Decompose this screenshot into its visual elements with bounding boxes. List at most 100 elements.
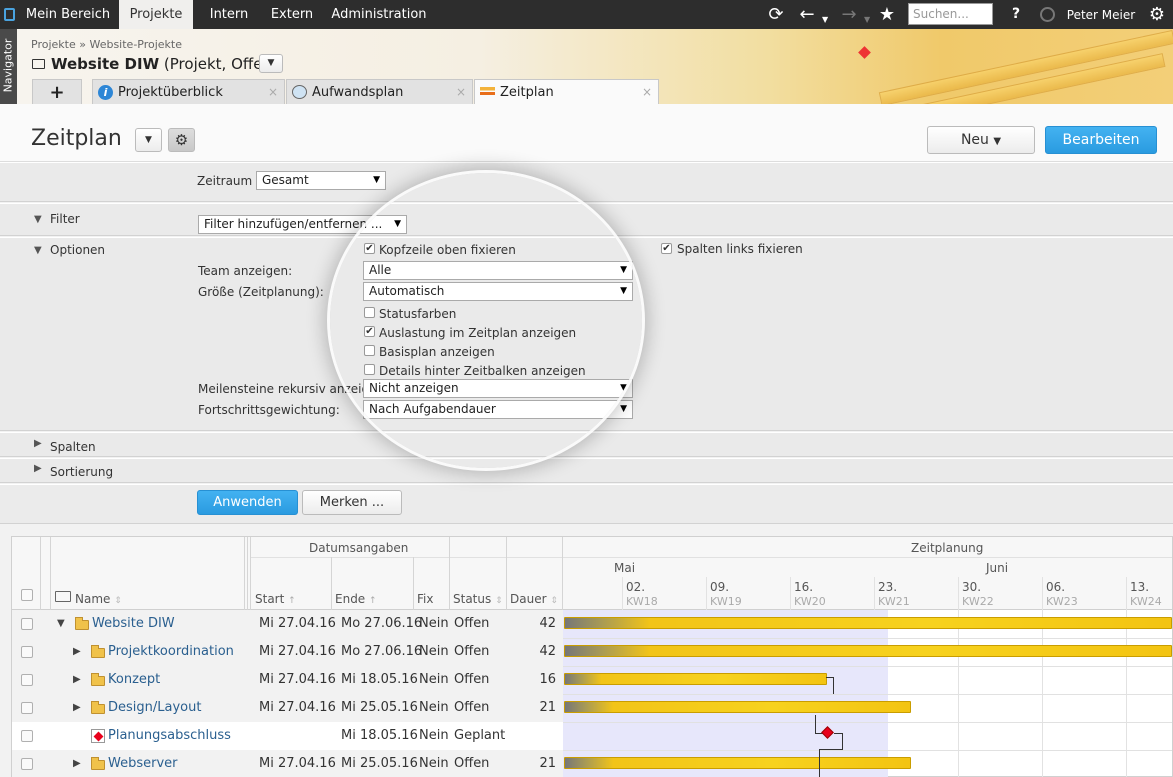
column-header-ende[interactable]: Ende ↑ [335,592,377,606]
row-name[interactable]: Projektkoordination [108,638,234,666]
expand-toggle-icon[interactable]: ▶ [73,674,81,685]
spalten-section[interactable]: ▶ Spalten [0,432,1173,457]
nav-tab-mein-bereich[interactable]: Mein Bereich [22,0,114,29]
expand-toggle-icon[interactable]: ▶ [73,646,81,657]
details-checkbox[interactable] [364,364,375,375]
page-settings-button[interactable]: ⚙ [168,128,195,152]
star-icon[interactable]: ★ [876,0,898,29]
column-header-name[interactable]: Name ⇕ [75,592,122,606]
column-header-fix[interactable]: Fix [417,592,433,606]
groesse-select[interactable]: Automatisch ▼ [363,282,633,301]
spalten-section-label[interactable]: Spalten [50,440,96,454]
gear-icon[interactable]: ⚙ [1145,0,1169,29]
row-duration: 16 [539,672,556,687]
row-name[interactable]: Planungsabschluss [108,722,231,750]
fortschritt-select[interactable]: Nach Aufgabendauer ▼ [363,400,633,419]
row-name[interactable]: Konzept [108,666,160,694]
collapse-triangle-icon[interactable]: ▼ [34,245,42,256]
remember-button[interactable]: Merken ... [302,490,402,515]
row-name[interactable]: Design/Layout [108,694,201,722]
row-checkbox[interactable] [21,674,33,686]
app-logo-icon[interactable] [4,8,15,21]
row-fix: Nein [419,700,449,715]
edit-button[interactable]: Bearbeiten [1045,126,1157,154]
back-history-chevron-icon[interactable]: ▼ [822,15,828,24]
refresh-icon[interactable]: ⟳ [763,0,789,29]
folder-icon [91,673,105,686]
nav-tab-extern[interactable]: Extern [264,0,320,29]
row-checkbox[interactable] [21,702,33,714]
column-header-dauer[interactable]: Dauer ⇕ [510,592,558,606]
filter-section: ▼ Filter Filter hinzufügen/entfernen ...… [0,203,1173,236]
apply-button[interactable]: Anwenden [197,490,298,515]
gantt-bar[interactable] [564,645,1172,657]
tab-projektueberblick[interactable]: i Projektüberblick × [92,79,285,104]
row-status: Geplant [454,728,506,743]
select-all-checkbox[interactable] [21,589,33,601]
kopfzeile-checkbox[interactable]: ✔ [364,243,375,254]
row-checkbox[interactable] [21,758,33,770]
close-tab-icon[interactable]: × [456,80,466,105]
breadcrumb-link-projekte[interactable]: Projekte [31,38,76,51]
column-header-ende-label: Ende [335,592,366,606]
forward-history-chevron-icon[interactable]: ▼ [864,15,870,24]
user-menu[interactable]: Peter Meier [1064,0,1138,29]
sortierung-section[interactable]: ▶ Sortierung [0,458,1173,483]
statusfarben-checkbox[interactable] [364,307,375,318]
column-header-status[interactable]: Status ⇕ [453,592,503,606]
gantt-bar[interactable] [564,701,911,713]
row-checkbox[interactable] [21,730,33,742]
meilensteine-select[interactable]: Nicht anzeigen ▼ [363,379,633,398]
auslastung-label: Auslastung im Zeitplan anzeigen [379,326,577,340]
gantt-bar[interactable] [564,673,827,685]
expand-triangle-icon[interactable]: ▶ [34,438,42,449]
filter-select[interactable]: Filter hinzufügen/entfernen ... ▼ [198,215,407,234]
navigator-toggle[interactable]: Navigator [0,29,17,104]
sort-icon: ⇕ [114,596,122,606]
zeitraum-select[interactable]: Gesamt ▼ [256,171,386,190]
dropdown-arrow-icon: ▼ [620,404,627,414]
nav-tab-intern[interactable]: Intern [199,0,259,29]
expand-toggle-icon[interactable]: ▶ [73,702,81,713]
forward-icon[interactable]: → [837,0,861,29]
gantt-bar[interactable] [564,617,1172,629]
collapse-triangle-icon[interactable]: ▼ [34,214,42,225]
gantt-bar[interactable] [564,757,911,769]
row-name[interactable]: Website DIW [92,610,175,638]
row-checkbox[interactable] [21,646,33,658]
spalten-links-checkbox[interactable]: ✔ [661,243,672,254]
expand-toggle-icon[interactable]: ▼ [57,618,65,629]
row-checkbox[interactable] [21,618,33,630]
new-button[interactable]: Neu ▼ [927,126,1035,154]
search-input[interactable]: Suchen... [908,3,993,25]
nav-tab-projekte[interactable]: Projekte [119,0,193,29]
sortierung-section-label[interactable]: Sortierung [50,465,113,479]
expand-toggle-icon[interactable]: ▶ [73,758,81,769]
filter-section-label[interactable]: Filter [50,212,80,226]
folder-icon [75,617,89,630]
back-icon[interactable]: ← [795,0,819,29]
optionen-section-label[interactable]: Optionen [50,243,105,257]
dropdown-arrow-icon: ▼ [373,175,380,185]
gantt-icon [480,87,495,98]
timer-icon[interactable] [1040,7,1055,22]
project-menu-button[interactable]: ▼ [259,54,283,73]
column-header-start[interactable]: Start ↑ [255,592,296,606]
details-label: Details hinter Zeitbalken anzeigen [379,364,586,378]
team-select[interactable]: Alle ▼ [363,261,633,280]
close-tab-icon[interactable]: × [642,80,652,105]
page-menu-button[interactable]: ▼ [135,128,162,152]
auslastung-checkbox[interactable]: ✔ [364,326,375,337]
expand-triangle-icon[interactable]: ▶ [34,463,42,474]
tab-zeitplan[interactable]: Zeitplan × [474,79,659,105]
nav-tab-administration[interactable]: Administration [328,0,430,29]
tab-aufwandsplan[interactable]: Aufwandsplan × [286,79,473,104]
breadcrumb-link-website-projekte[interactable]: Website-Projekte [89,38,182,51]
basisplan-checkbox[interactable] [364,345,375,356]
add-tab-button[interactable]: + [32,79,82,104]
row-name[interactable]: Webserver [108,750,178,777]
milestone-diamond [93,731,104,742]
help-icon[interactable]: ? [1005,0,1027,29]
row-duration: 42 [539,616,556,631]
close-tab-icon[interactable]: × [268,80,278,105]
